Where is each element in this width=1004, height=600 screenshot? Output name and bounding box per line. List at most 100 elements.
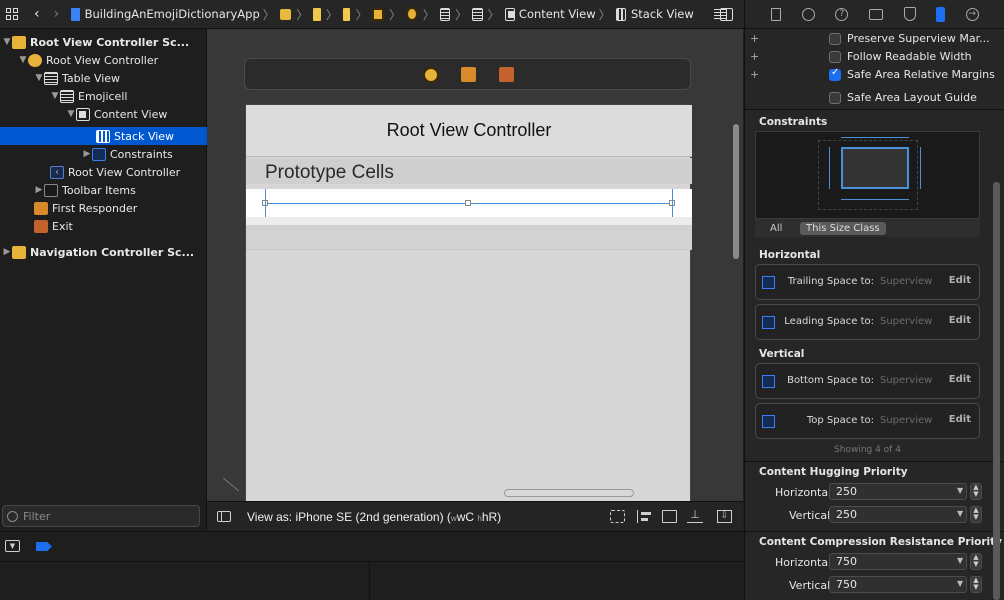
prototype-cell[interactable] [246,189,692,217]
table-cell-icon[interactable] [472,7,483,21]
disclosure-open-icon[interactable]: ▼ [34,73,44,83]
quick-help-icon[interactable]: ? [835,7,849,21]
checkbox[interactable] [829,92,841,104]
outline-row-exit[interactable]: Exit [0,217,207,235]
outline-row-nav-scene[interactable]: ▶ Navigation Controller Sc... [0,243,207,261]
device-screen[interactable]: Root View Controller Prototype Cells [245,104,692,501]
add-variation-icon[interactable]: + [750,50,759,63]
safe-area-margins-checkbox[interactable]: Safe Area Relative Margins [829,67,995,81]
outline-row-label: Root View Controller [46,53,159,67]
vertical-scrollbar[interactable] [733,124,739,259]
segment-this-size-class[interactable]: This Size Class [800,222,886,235]
constraint-leading[interactable]: Leading Space to: Superview Edit [755,304,980,340]
outline-row-content-view[interactable]: ▼ Content View [0,105,207,123]
outline-row-stack-view[interactable]: Stack View [0,127,207,145]
history-inspector-icon[interactable] [801,7,815,21]
add-variation-icon[interactable]: + [750,32,759,45]
forward-arrow-icon[interactable]: › [54,6,60,22]
outline-row-table-view[interactable]: ▼ Table View [0,69,207,87]
breadcrumb-project[interactable]: BuildingAnEmojiDictionaryApp [85,7,260,21]
embed-in-icon[interactable]: ⇩ [717,510,732,523]
breadcrumb-content-view[interactable]: Content View [519,7,596,21]
comp-vertical-stepper[interactable]: ▲ ▼ [970,576,982,593]
content-view-icon[interactable] [504,7,515,21]
resolve-issues-icon[interactable]: ⊥ [687,509,703,523]
constraint-bottom[interactable]: Bottom Space to: Superview Edit [755,363,980,399]
outline-row-scene[interactable]: ▼ Root View Controller Sc... [0,33,207,51]
disclosure-open-icon[interactable]: ▼ [50,91,60,101]
checkbox-checked[interactable] [829,67,841,81]
storyboard-canvas[interactable]: Root View Controller Prototype Cells [207,29,743,501]
disclosure-closed-icon[interactable]: ▶ [2,247,12,257]
preserve-superview-checkbox[interactable]: Preserve Superview Mar... [829,32,990,45]
edit-button[interactable]: Edit [949,275,971,286]
connections-inspector-icon[interactable]: → [965,7,979,21]
dropdown-arrow-icon[interactable]: ▼ [957,579,963,588]
outline-row-toolbar-items[interactable]: ▶ Toolbar Items [0,181,207,199]
stack-view-icon[interactable] [615,7,626,21]
outline-row-constraints[interactable]: ▶ Constraints [0,145,207,163]
exit-icon[interactable] [499,67,514,82]
folder-icon[interactable] [279,8,292,20]
filter-field[interactable]: Filter [2,505,200,527]
disclosure-closed-icon[interactable]: ▶ [82,149,92,159]
add-constraints-icon[interactable] [662,510,677,523]
disclosure-closed-icon[interactable]: ▶ [34,185,44,195]
toggle-outline-icon[interactable] [217,511,231,522]
comp-vertical-field[interactable]: 750 [829,576,967,593]
align-icon[interactable] [637,510,652,523]
stack-view-handle[interactable] [465,200,471,206]
comp-horizontal-label: Horizontal [775,556,832,569]
breadcrumb-separator: 〉 [296,7,309,22]
safe-area-layout-guide-checkbox[interactable]: Safe Area Layout Guide [829,91,977,104]
hug-vertical-stepper[interactable]: ▲ ▼ [970,506,982,523]
scene-icon[interactable] [372,7,385,21]
checkbox[interactable] [829,51,841,63]
outline-row-first-responder[interactable]: First Responder [0,199,207,217]
checkbox[interactable] [829,33,841,45]
first-responder-icon[interactable] [461,67,476,82]
constraint-trailing[interactable]: Trailing Space to: Superview Edit [755,264,980,300]
dropdown-arrow-icon[interactable]: ▼ [957,509,963,518]
outline-row-root-vc-nav[interactable]: ‹ Root View Controller [0,163,207,181]
segment-all[interactable]: All [770,223,782,234]
hide-debug-area-icon[interactable]: ▼ [5,540,20,552]
attributes-inspector-icon[interactable] [903,7,916,21]
comp-horizontal-field[interactable]: 750 [829,553,967,570]
follow-readable-width-checkbox[interactable]: Follow Readable Width [829,50,972,63]
size-inspector-icon[interactable] [936,6,946,22]
disclosure-open-icon[interactable]: ▼ [18,55,28,65]
storyboard-file-icon[interactable] [342,7,351,21]
edit-button[interactable]: Edit [949,374,971,385]
add-editor-icon[interactable] [720,8,733,21]
view-controller-icon[interactable] [423,67,439,83]
breadcrumb-stack-view[interactable]: Stack View [631,7,694,21]
inspector-scrollbar[interactable] [993,182,1000,600]
outline-row-root-vc[interactable]: ▼ Root View Controller [0,51,207,69]
grid-icon[interactable] [6,8,18,20]
horizontal-scrollbar[interactable] [504,489,634,497]
constraint-line [672,189,673,217]
constraint-top[interactable]: Top Space to: Superview Edit [755,403,980,439]
back-arrow-icon[interactable]: ‹ [34,6,40,22]
breakpoint-icon[interactable] [36,542,52,551]
hug-horizontal-stepper[interactable]: ▲ ▼ [970,483,982,500]
disclosure-open-icon[interactable]: ▼ [66,109,76,119]
identity-inspector-icon[interactable] [868,8,883,20]
update-frames-icon[interactable] [610,510,625,523]
hug-vertical-field[interactable]: 250 [829,506,967,523]
table-view-icon[interactable] [439,7,451,21]
storyboard-file-icon[interactable] [313,7,321,21]
dropdown-arrow-icon[interactable]: ▼ [957,486,963,495]
file-inspector-icon[interactable] [771,7,782,21]
comp-horizontal-stepper[interactable]: ▲ ▼ [970,553,982,570]
view-controller-icon[interactable] [406,7,418,21]
hug-horizontal-field[interactable]: 250 [829,483,967,500]
add-variation-icon[interactable]: + [750,68,759,81]
view-as-label[interactable]: View as: iPhone SE (2nd generation) (wwC… [247,510,501,524]
disclosure-open-icon[interactable]: ▼ [2,37,12,47]
dropdown-arrow-icon[interactable]: ▼ [957,556,963,565]
edit-button[interactable]: Edit [949,315,971,326]
edit-button[interactable]: Edit [949,414,971,425]
outline-row-emojicell[interactable]: ▼ Emojicell [0,87,207,105]
